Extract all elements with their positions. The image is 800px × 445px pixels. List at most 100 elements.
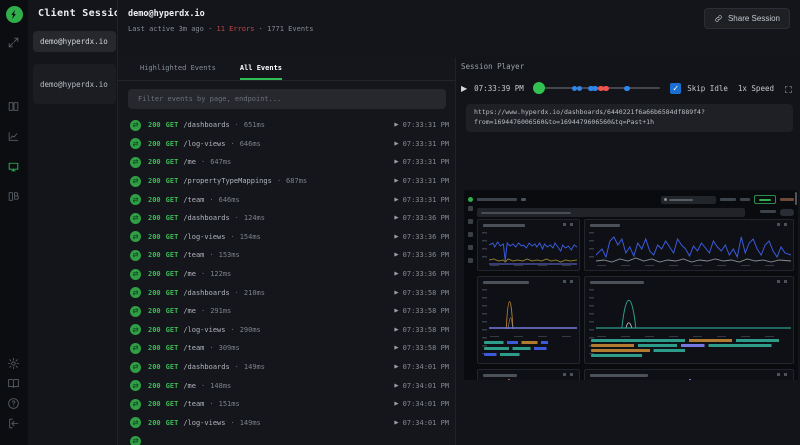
hyperdx-logo-icon[interactable]	[6, 6, 23, 23]
status-code: 200	[148, 419, 161, 427]
status-code: 200	[148, 177, 161, 185]
separator: ·	[201, 158, 205, 166]
session-card[interactable]: demo@hyperdx.io	[33, 64, 116, 104]
logout-icon[interactable]	[7, 417, 21, 431]
play-from-here-icon[interactable]: ▶	[394, 308, 398, 314]
event-row[interactable]: ⇄ 200 GET /team · 646ms ▶ 07:33:31 PM	[118, 190, 455, 209]
player-track[interactable]	[536, 81, 660, 95]
separator: ·	[201, 382, 205, 390]
settings-gear-icon[interactable]	[7, 357, 21, 371]
play-from-here-icon[interactable]: ▶	[394, 234, 398, 240]
play-from-here-icon[interactable]: ▶	[394, 252, 398, 258]
session-list-panel: Client Sessions demo@hyperdx.io demo@hyp…	[28, 0, 118, 445]
event-row[interactable]: ⇄ 200 GET /log-views · 154ms ▶ 07:33:36 …	[118, 228, 455, 247]
endpoint-path: /dashboards	[183, 363, 229, 371]
play-from-here-icon[interactable]: ▶	[394, 141, 398, 147]
help-icon[interactable]	[7, 397, 21, 411]
event-row[interactable]: ⇄ 200 GET /team · 153ms ▶ 07:33:36 PM	[118, 246, 455, 265]
replay-scrollbar[interactable]	[795, 192, 798, 205]
replay-link-placeholder	[720, 198, 736, 201]
event-time: ▶ 07:34:01 PM	[394, 419, 449, 427]
replay-search-box	[661, 196, 716, 204]
event-row[interactable]: ⇄ 200 GET /me · 647ms ▶ 07:33:31 PM	[118, 153, 455, 172]
timestamp: 07:33:36 PM	[403, 251, 449, 259]
event-row[interactable]: ⇄ 200 GET /propertyTypeMappings · 687ms …	[118, 172, 455, 191]
http-method: GET	[166, 419, 179, 427]
event-time: ▶ 07:33:36 PM	[394, 251, 449, 259]
event-time: ▶ 07:33:31 PM	[394, 158, 449, 166]
event-row[interactable]: ⇄ 200 GET /me · 291ms ▶ 07:33:58 PM	[118, 302, 455, 321]
event-row-partial[interactable]: ⇄	[118, 432, 455, 445]
play-from-here-icon[interactable]: ▶	[394, 290, 398, 296]
event-filter-input[interactable]	[128, 89, 446, 109]
play-button[interactable]: ▶	[461, 84, 467, 93]
separator: ·	[209, 400, 213, 408]
event-row[interactable]: ⇄ 200 GET /dashboards · 651ms ▶ 07:33:31…	[118, 116, 455, 135]
event-row[interactable]: ⇄ 200 GET /dashboards · 124ms ▶ 07:33:36…	[118, 209, 455, 228]
separator: ·	[277, 177, 281, 185]
timestamp: 07:33:31 PM	[403, 140, 449, 148]
session-player-title: Session Player	[461, 62, 793, 71]
event-row[interactable]: ⇄ 200 GET /log-views · 290ms ▶ 07:33:58 …	[118, 321, 455, 340]
tab-all-events[interactable]: All Events	[240, 64, 282, 80]
event-row[interactable]: ⇄ 200 GET /team · 151ms ▶ 07:34:01 PM	[118, 395, 455, 414]
expand-arrows-icon[interactable]	[7, 36, 21, 50]
chart-icon[interactable]	[7, 130, 21, 144]
play-from-here-icon[interactable]: ▶	[394, 122, 398, 128]
dashboards-icon[interactable]	[7, 100, 21, 114]
timestamp: 07:33:58 PM	[403, 344, 449, 352]
client-sessions-icon[interactable]	[7, 160, 21, 174]
replay-filters-label	[760, 210, 776, 213]
play-from-here-icon[interactable]: ▶	[394, 345, 398, 351]
session-card-label: demo@hyperdx.io	[40, 80, 108, 89]
service-map-icon[interactable]	[7, 190, 21, 204]
event-row[interactable]: ⇄ 200 GET /me · 122ms ▶ 07:33:36 PM	[118, 265, 455, 284]
http-exchange-icon: ⇄	[130, 436, 141, 445]
play-from-here-icon[interactable]: ▶	[394, 420, 398, 426]
last-active-text: Last active 3m ago	[128, 25, 204, 33]
duration: 149ms	[244, 363, 265, 371]
events-tabs: Highlighted Events All Events	[118, 57, 455, 81]
timeline-event-dot[interactable]	[577, 86, 583, 92]
separator: ·	[209, 344, 213, 352]
replay-filter-bar	[477, 208, 745, 217]
timestamp: 07:34:01 PM	[403, 400, 449, 408]
skip-idle-checkbox[interactable]: ✓	[670, 83, 681, 94]
timeline-event-dot[interactable]	[624, 86, 630, 92]
tab-highlighted-events[interactable]: Highlighted Events	[140, 64, 216, 80]
event-row[interactable]: ⇄ 200 GET /log-views · 149ms ▶ 07:34:01 …	[118, 414, 455, 433]
session-card-selected[interactable]: demo@hyperdx.io	[33, 31, 116, 52]
replay-navbar	[468, 194, 794, 205]
play-from-here-icon[interactable]: ▶	[394, 215, 398, 221]
event-row[interactable]: ⇄ 200 GET /me · 148ms ▶ 07:34:01 PM	[118, 376, 455, 395]
scrubber-knob[interactable]	[533, 82, 545, 94]
endpoint-path: /log-views	[183, 419, 225, 427]
replay-side-rail	[467, 206, 475, 271]
play-from-here-icon[interactable]: ▶	[394, 401, 398, 407]
separator: ·	[230, 233, 234, 241]
play-from-here-icon[interactable]: ▶	[394, 271, 398, 277]
docs-book-icon[interactable]	[7, 377, 21, 391]
http-exchange-icon: ⇄	[130, 362, 141, 373]
timeline-event-dot[interactable]	[603, 86, 609, 92]
fullscreen-icon[interactable]	[784, 79, 793, 98]
timestamp: 07:33:36 PM	[403, 214, 449, 222]
event-row[interactable]: ⇄ 200 GET /dashboards · 149ms ▶ 07:34:01…	[118, 358, 455, 377]
play-from-here-icon[interactable]: ▶	[394, 327, 398, 333]
event-row[interactable]: ⇄ 200 GET /log-views · 646ms ▶ 07:33:31 …	[118, 135, 455, 154]
event-row[interactable]: ⇄ 200 GET /dashboards · 210ms ▶ 07:33:58…	[118, 283, 455, 302]
http-method: GET	[166, 326, 179, 334]
status-code: 200	[148, 289, 161, 297]
separator: ·	[230, 326, 234, 334]
speed-button[interactable]: 1x Speed	[738, 84, 774, 93]
event-row[interactable]: ⇄ 200 GET /team · 309ms ▶ 07:33:58 PM	[118, 339, 455, 358]
play-from-here-icon[interactable]: ▶	[394, 178, 398, 184]
share-session-button[interactable]: Share Session	[704, 8, 790, 29]
http-exchange-icon: ⇄	[130, 176, 141, 187]
play-from-here-icon[interactable]: ▶	[394, 364, 398, 370]
status-code: 200	[148, 363, 161, 371]
play-from-here-icon[interactable]: ▶	[394, 197, 398, 203]
status-code: 200	[148, 214, 161, 222]
play-from-here-icon[interactable]: ▶	[394, 383, 398, 389]
play-from-here-icon[interactable]: ▶	[394, 159, 398, 165]
